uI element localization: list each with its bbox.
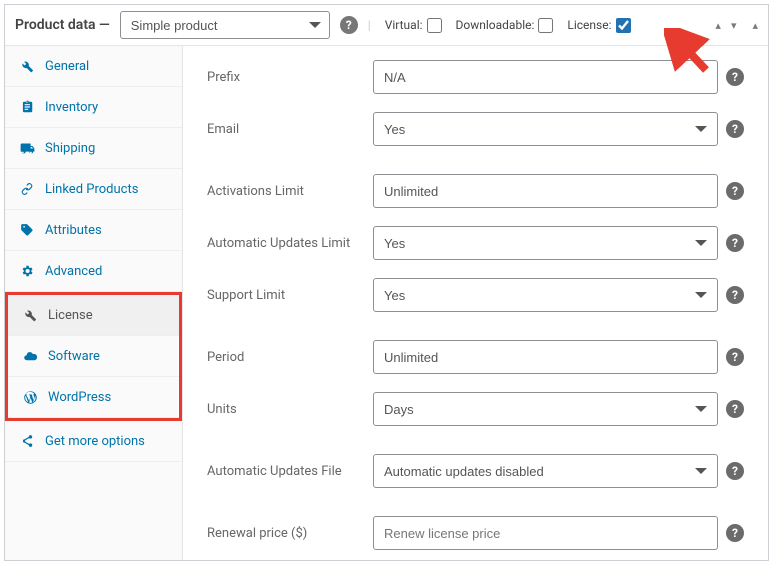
renewal-label: Renewal price ($) bbox=[207, 526, 365, 541]
field-email: Email Yes ? bbox=[207, 112, 744, 146]
help-icon[interactable]: ? bbox=[726, 524, 744, 542]
license-option[interactable]: License: bbox=[567, 18, 630, 33]
activations-label: Activations Limit bbox=[207, 184, 365, 199]
updates-file-label: Automatic Updates File bbox=[207, 464, 365, 479]
tab-attributes[interactable]: Attributes bbox=[5, 210, 182, 251]
tab-label: Attributes bbox=[45, 223, 102, 238]
help-icon[interactable]: ? bbox=[340, 16, 358, 34]
separator: | bbox=[368, 18, 371, 32]
tab-label: WordPress bbox=[48, 390, 111, 405]
clipboard-icon bbox=[19, 99, 35, 115]
field-units: Units Days ? bbox=[207, 392, 744, 426]
help-icon[interactable]: ? bbox=[726, 182, 744, 200]
tags-icon bbox=[19, 222, 35, 238]
activations-input[interactable] bbox=[373, 174, 718, 208]
wrench-icon bbox=[22, 307, 38, 323]
help-icon[interactable]: ? bbox=[726, 68, 744, 86]
period-label: Period bbox=[207, 350, 365, 365]
tab-label: Shipping bbox=[45, 141, 95, 156]
tab-label: Inventory bbox=[45, 100, 98, 115]
tab-advanced[interactable]: Advanced bbox=[5, 251, 182, 292]
downloadable-label: Downloadable: bbox=[456, 18, 535, 32]
share-icon bbox=[19, 433, 35, 449]
move-down-icon[interactable]: ▾ bbox=[731, 19, 737, 32]
tab-general[interactable]: General bbox=[5, 46, 182, 87]
help-icon[interactable]: ? bbox=[726, 120, 744, 138]
tab-content: Prefix ? Email Yes ? Activations Limit ?… bbox=[183, 46, 768, 560]
gear-icon bbox=[19, 263, 35, 279]
tab-wordpress[interactable]: WordPress bbox=[8, 377, 179, 418]
product-data-panel: Product data — Simple product ? | Virtua… bbox=[4, 4, 769, 561]
virtual-checkbox[interactable] bbox=[427, 18, 442, 33]
tabs-sidebar: General Inventory Shipping Linked Produc… bbox=[5, 46, 183, 560]
help-icon[interactable]: ? bbox=[726, 348, 744, 366]
panel-header: Product data — Simple product ? | Virtua… bbox=[5, 5, 768, 46]
panel-nav: ▴ ▾ ▴ bbox=[715, 19, 758, 32]
downloadable-checkbox[interactable] bbox=[538, 18, 553, 33]
virtual-option[interactable]: Virtual: bbox=[385, 18, 442, 33]
field-period: Period ? bbox=[207, 340, 744, 374]
tab-label: Linked Products bbox=[45, 182, 138, 197]
period-input[interactable] bbox=[373, 340, 718, 374]
virtual-label: Virtual: bbox=[385, 18, 423, 32]
auto-updates-label: Automatic Updates Limit bbox=[207, 236, 365, 251]
help-icon[interactable]: ? bbox=[726, 400, 744, 418]
tab-linked[interactable]: Linked Products bbox=[5, 169, 182, 210]
tab-license[interactable]: License bbox=[8, 295, 179, 336]
support-label: Support Limit bbox=[207, 288, 365, 303]
cloud-icon bbox=[22, 348, 38, 364]
field-updates-file: Automatic Updates File Automatic updates… bbox=[207, 454, 744, 488]
field-support-limit: Support Limit Yes ? bbox=[207, 278, 744, 312]
units-select[interactable]: Days bbox=[373, 392, 718, 426]
help-icon[interactable]: ? bbox=[726, 286, 744, 304]
help-icon[interactable]: ? bbox=[726, 462, 744, 480]
field-activations-limit: Activations Limit ? bbox=[207, 174, 744, 208]
units-label: Units bbox=[207, 402, 365, 417]
field-renewal-price: Renewal price ($) ? bbox=[207, 516, 744, 550]
tab-label: Advanced bbox=[45, 264, 102, 279]
tab-inventory[interactable]: Inventory bbox=[5, 87, 182, 128]
renewal-input[interactable] bbox=[373, 516, 718, 550]
header-options: | Virtual: Downloadable: License: bbox=[368, 18, 631, 33]
field-auto-updates-limit: Automatic Updates Limit Yes ? bbox=[207, 226, 744, 260]
wrench-icon bbox=[19, 58, 35, 74]
collapse-icon[interactable]: ▴ bbox=[752, 19, 758, 32]
tab-getmore[interactable]: Get more options bbox=[5, 421, 182, 462]
wp-icon bbox=[22, 389, 38, 405]
license-label: License: bbox=[567, 18, 611, 32]
product-type-select[interactable]: Simple product bbox=[120, 11, 330, 39]
move-up-icon[interactable]: ▴ bbox=[715, 19, 721, 32]
tab-label: Software bbox=[48, 349, 100, 364]
auto-updates-select[interactable]: Yes bbox=[373, 226, 718, 260]
license-checkbox[interactable] bbox=[616, 18, 631, 33]
support-select[interactable]: Yes bbox=[373, 278, 718, 312]
help-icon[interactable]: ? bbox=[726, 234, 744, 252]
tab-label: Get more options bbox=[45, 434, 145, 449]
email-label: Email bbox=[207, 122, 365, 137]
link-icon bbox=[19, 181, 35, 197]
updates-file-select[interactable]: Automatic updates disabled bbox=[373, 454, 718, 488]
tab-shipping[interactable]: Shipping bbox=[5, 128, 182, 169]
downloadable-option[interactable]: Downloadable: bbox=[456, 18, 554, 33]
tab-software[interactable]: Software bbox=[8, 336, 179, 377]
prefix-label: Prefix bbox=[207, 70, 365, 85]
tab-label: General bbox=[45, 59, 89, 74]
email-select[interactable]: Yes bbox=[373, 112, 718, 146]
field-prefix: Prefix ? bbox=[207, 60, 744, 94]
truck-icon bbox=[19, 140, 35, 156]
panel-title: Product data — bbox=[15, 17, 110, 33]
tab-label: License bbox=[48, 308, 93, 323]
prefix-input[interactable] bbox=[373, 60, 718, 94]
